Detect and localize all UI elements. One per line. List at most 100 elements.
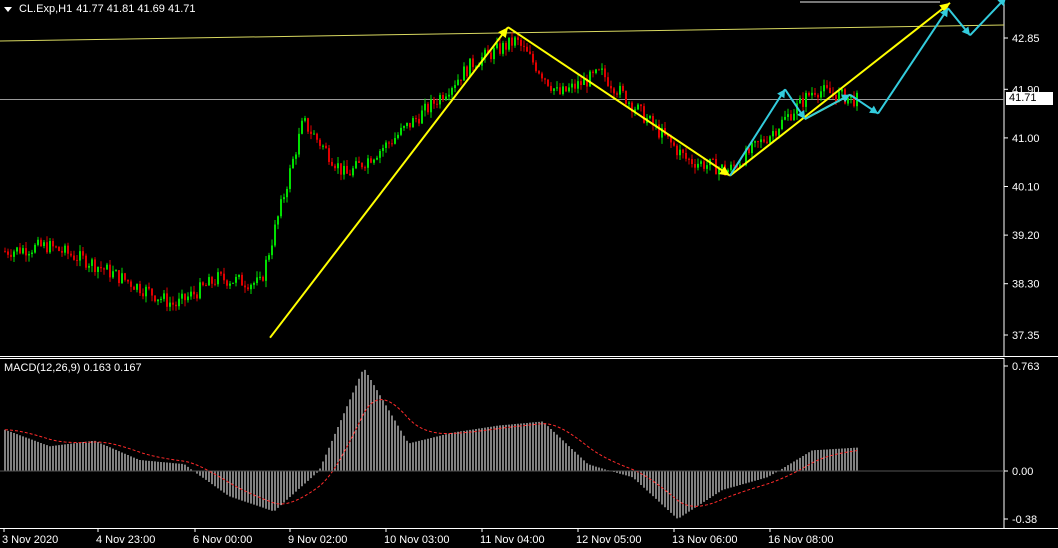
candle-body: [385, 142, 387, 149]
candle-body: [292, 158, 294, 169]
candle-body: [526, 46, 528, 52]
candle-body: [409, 122, 411, 128]
candle-body: [151, 288, 153, 296]
candle-body: [262, 276, 264, 281]
candle-body: [115, 270, 117, 272]
candle-body: [604, 68, 606, 78]
candle-body: [808, 92, 810, 96]
price-tick-label: 41.00: [1012, 133, 1040, 145]
candle-body: [490, 52, 492, 60]
candle-body: [553, 88, 555, 91]
candle-body: [751, 142, 753, 154]
candle-body: [310, 131, 312, 134]
cyan-forecast-segment: [969, 0, 1005, 36]
candle-body: [643, 106, 645, 123]
candle-body: [91, 259, 93, 266]
candle-body: [247, 287, 249, 290]
candle-body: [352, 168, 354, 176]
candle-body: [424, 103, 426, 111]
candle-body: [457, 79, 459, 86]
candle-body: [295, 154, 297, 159]
candle-body: [595, 69, 597, 74]
candle-body: [88, 265, 90, 268]
candle-body: [52, 241, 54, 247]
macd-tick-label: -0.38: [1012, 514, 1037, 526]
candle-body: [427, 103, 429, 113]
candle-body: [97, 266, 99, 272]
candle-body: [442, 95, 444, 100]
candle-body: [673, 142, 675, 146]
candle-body: [373, 159, 375, 163]
candle-body: [322, 145, 324, 147]
time-axis-labels: 3 Nov 2020 4 Nov 23:00 6 Nov 00:00 9 Nov 02…: [2, 528, 833, 546]
price-axis-ticks: 42.8541.9041.0040.1039.2038.3037.35: [1004, 33, 1040, 342]
candle-body: [601, 68, 603, 70]
cyan-forecast-lines[interactable]: [729, 0, 1006, 177]
candle-body: [592, 71, 594, 74]
candle-body: [361, 162, 363, 168]
current-price-tag: 41.71: [1006, 92, 1053, 105]
candle-body: [67, 245, 69, 254]
candle-body: [103, 268, 105, 270]
candle-body: [283, 197, 285, 200]
macd-indicator-label: MACD(12,26,9) 0.163 0.167: [4, 362, 142, 374]
candle-body: [760, 139, 762, 143]
candle-body: [346, 165, 348, 174]
time-tick-label: 16 Nov 08:00: [768, 534, 833, 546]
candle-body: [748, 148, 750, 154]
candle-body: [550, 85, 552, 91]
candle-body: [37, 239, 39, 245]
candle-body: [274, 224, 276, 246]
candle-body: [835, 94, 837, 102]
candle-body: [127, 279, 129, 282]
candle-body: [121, 273, 123, 284]
yellow-trendlines[interactable]: [269, 2, 951, 339]
candle-body: [259, 276, 261, 278]
candle-body: [814, 92, 816, 95]
candle-body: [799, 98, 801, 104]
candle-body: [721, 164, 723, 169]
candle-body: [271, 245, 273, 256]
candle-body: [559, 87, 561, 95]
candle-body: [286, 188, 288, 198]
price-chart[interactable]: 42.8541.9041.0040.1039.2038.3037.35 0.76…: [0, 0, 1058, 548]
candle-body: [226, 280, 228, 286]
candle-body: [472, 58, 474, 68]
candle-body: [520, 39, 522, 46]
candle-body: [187, 296, 189, 301]
candle-body: [244, 285, 246, 288]
candle-body: [688, 158, 690, 160]
candle-body: [169, 302, 171, 307]
candle-body: [181, 293, 183, 299]
candle-body: [610, 85, 612, 89]
candle-body: [547, 79, 549, 86]
candle-body: [73, 255, 75, 260]
dropdown-triangle-icon[interactable]: [4, 6, 12, 12]
candle-body: [316, 133, 318, 140]
candle-body: [397, 134, 399, 139]
candle-body: [460, 79, 462, 81]
candle-body: [298, 133, 300, 155]
candle-body: [493, 48, 495, 60]
candle-body: [70, 253, 72, 256]
candle-body: [532, 53, 534, 63]
candle-body: [328, 148, 330, 162]
candle-body: [25, 248, 27, 256]
candle-body: [703, 161, 705, 169]
candle-body: [712, 158, 714, 160]
candle-body: [706, 165, 708, 169]
candle-body: [781, 119, 783, 129]
candle-body: [79, 251, 81, 261]
price-tick-label: 38.30: [1012, 279, 1040, 291]
candle-body: [130, 281, 132, 287]
candle-body: [331, 161, 333, 166]
candle-body: [757, 141, 759, 143]
candle-body: [202, 282, 204, 286]
candle-body: [343, 165, 345, 175]
candle-body: [175, 304, 177, 307]
candle-body: [364, 167, 366, 169]
time-tick-label: 13 Nov 06:00: [672, 534, 737, 546]
candle-body: [154, 295, 156, 302]
candle-body: [811, 92, 813, 96]
candle-body: [265, 259, 267, 281]
